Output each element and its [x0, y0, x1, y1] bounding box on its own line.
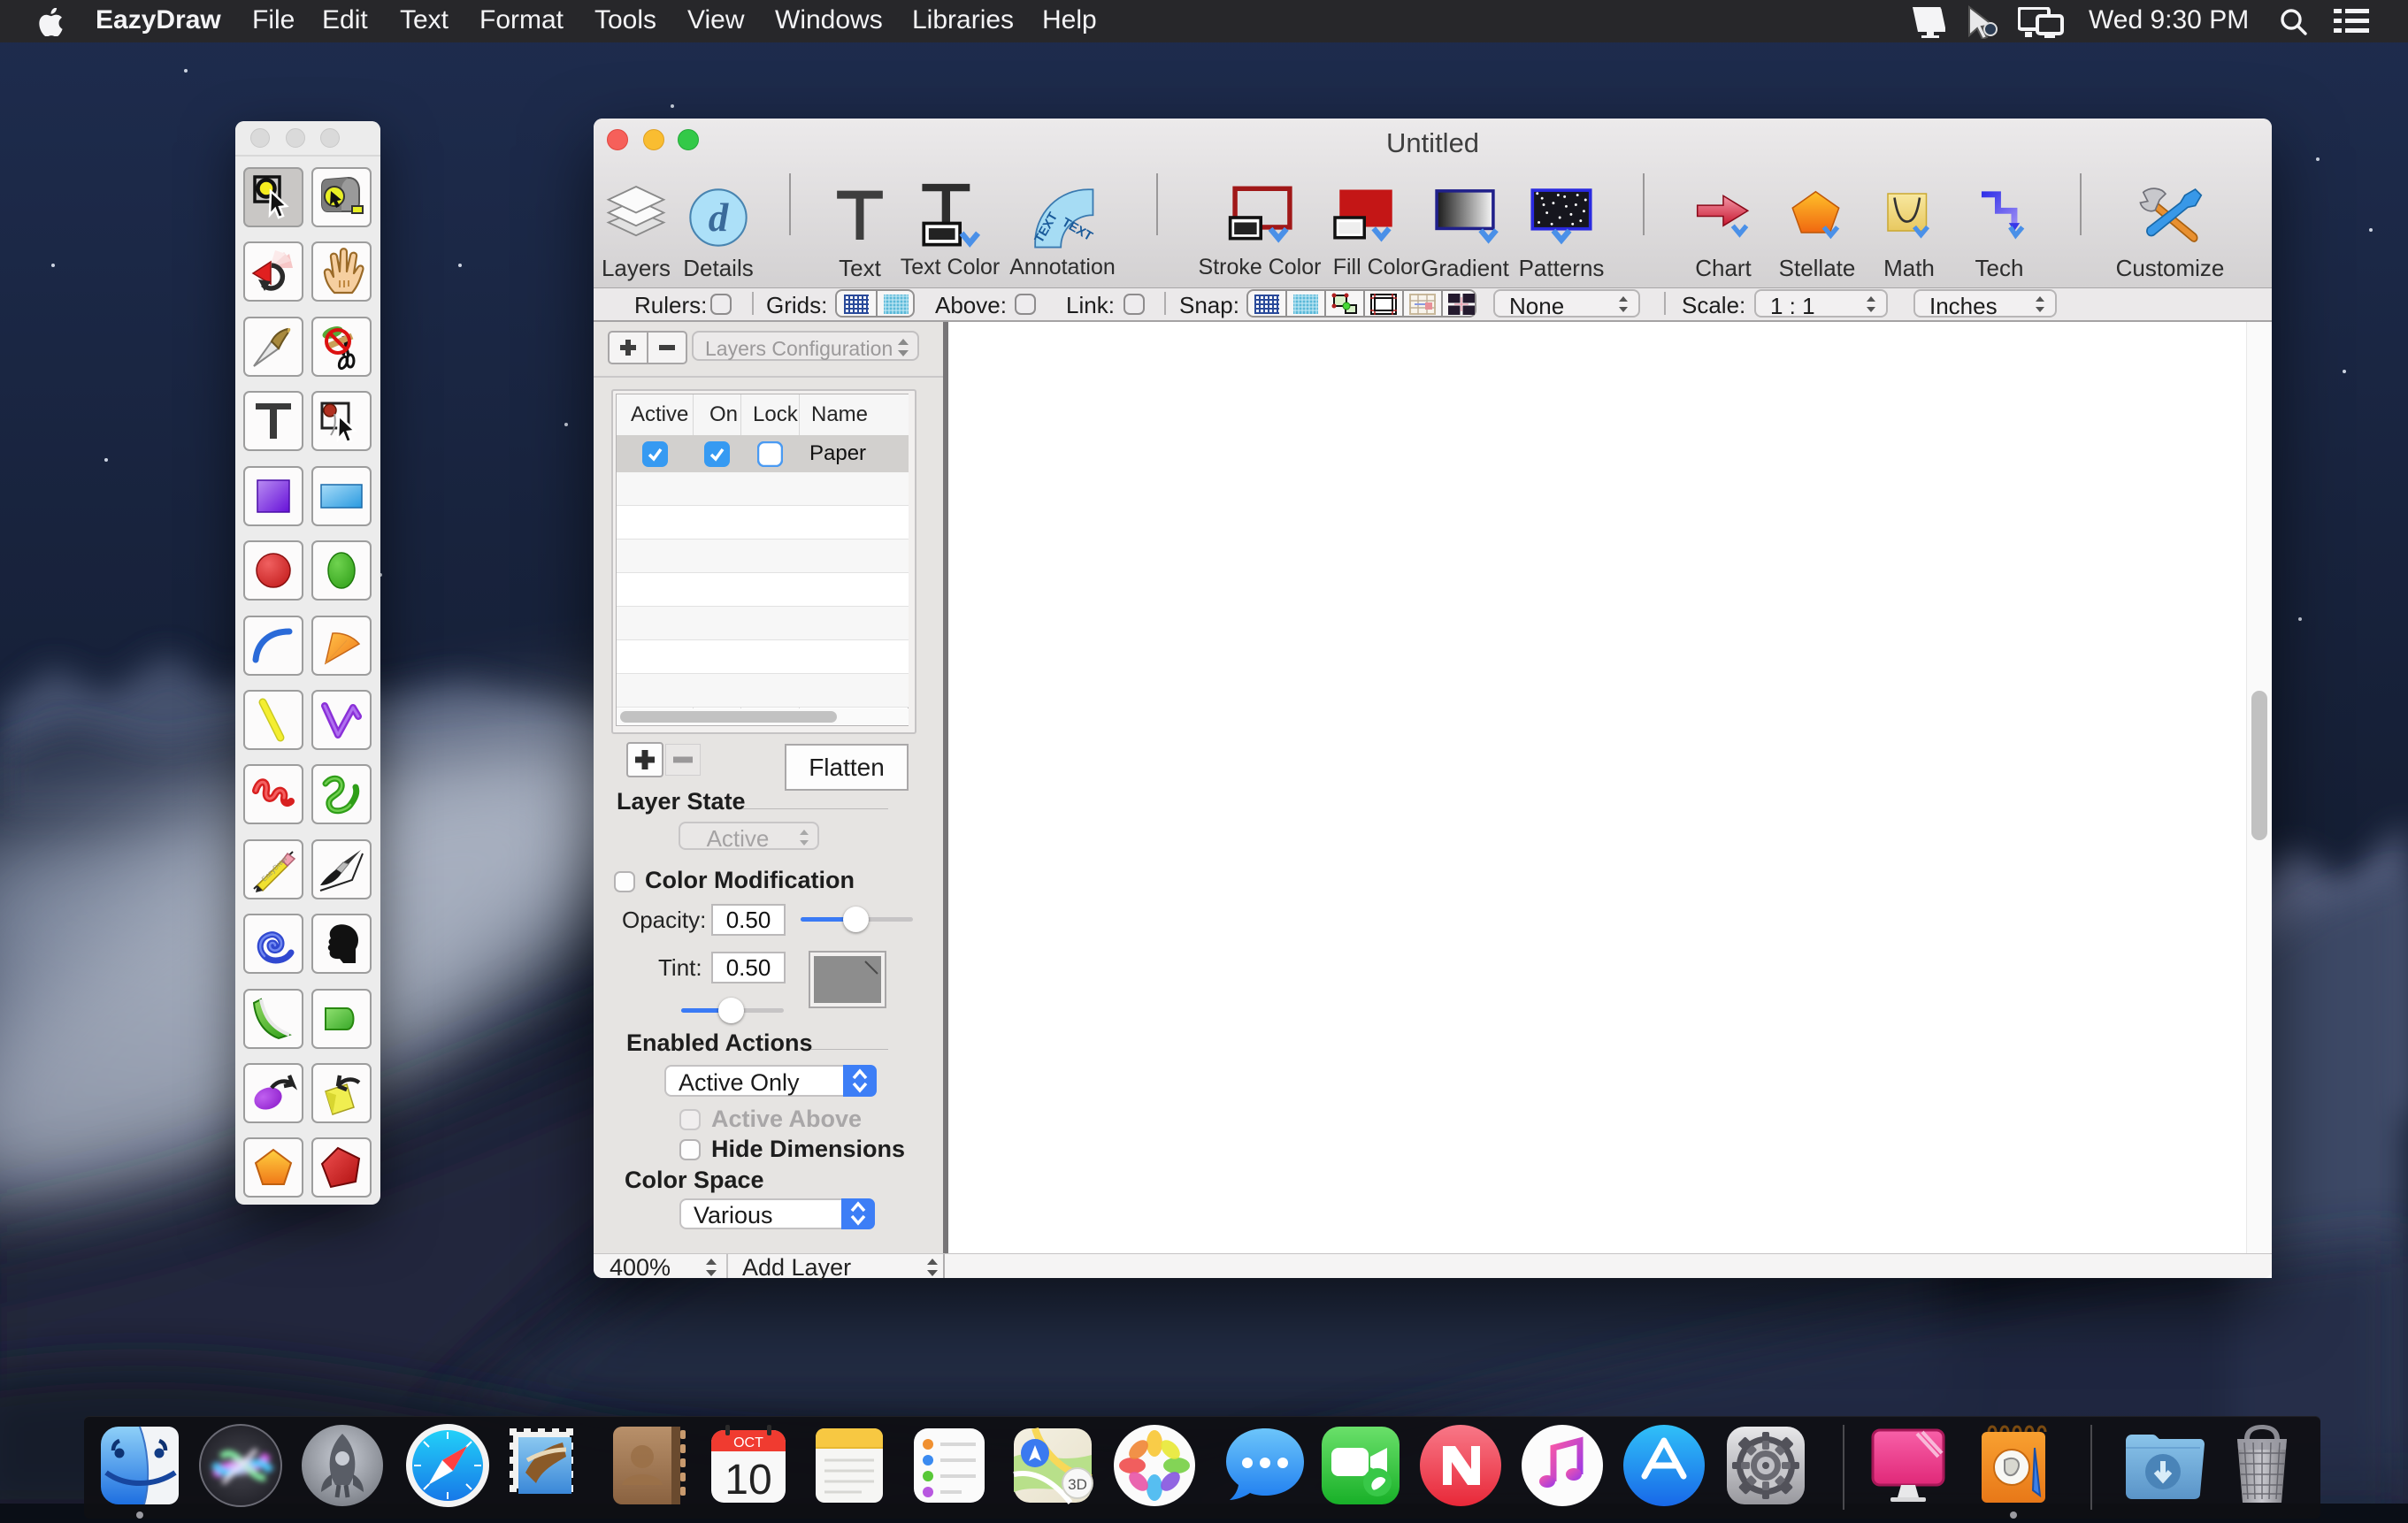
svg-text:10: 10 — [725, 1457, 771, 1504]
svg-text:OCT: OCT — [733, 1435, 763, 1450]
svg-text:3D: 3D — [1068, 1476, 1087, 1493]
svg-text:d: d — [709, 195, 730, 240]
